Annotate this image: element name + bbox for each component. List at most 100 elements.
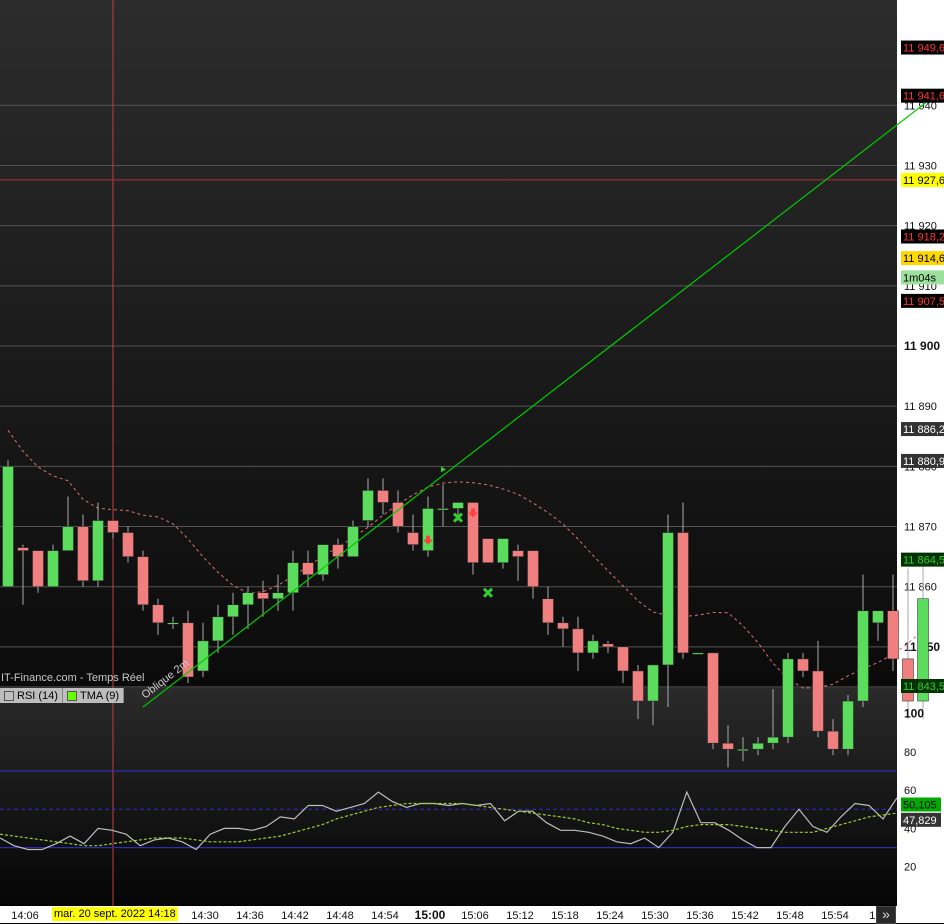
price-panel-bg xyxy=(0,0,897,686)
time-tick-label: 15:00 xyxy=(415,908,446,922)
candle-body xyxy=(812,670,824,732)
rsi-tick-label: 20 xyxy=(904,862,916,874)
candle-body xyxy=(542,598,554,624)
candle-body xyxy=(722,742,734,750)
time-tick-label: 14:54 xyxy=(371,910,399,922)
candle-body xyxy=(92,520,104,581)
rsi-value-tag: 50,105 xyxy=(903,800,937,812)
rsi-tick-label: 60 xyxy=(904,785,916,797)
price-tag: 11 927,6 xyxy=(903,175,944,187)
legend-tma-swatch xyxy=(66,690,77,701)
candle-body xyxy=(17,547,29,551)
candle-body xyxy=(152,604,164,624)
candle-body xyxy=(227,604,239,618)
time-tick-label: 14:06 xyxy=(11,910,39,922)
candle-body xyxy=(407,532,419,545)
candle-body xyxy=(452,502,464,509)
candle-body xyxy=(737,748,749,751)
time-tick-label: 15:42 xyxy=(731,910,759,922)
candle-body xyxy=(257,592,269,599)
candle-body xyxy=(77,526,89,581)
candle-body xyxy=(677,532,689,654)
chart-canvas[interactable]: 11 85011 86011 87011 88011 89011 90011 9… xyxy=(0,0,944,923)
candle-body xyxy=(662,532,674,666)
price-tag: 11 880,9 xyxy=(903,456,944,468)
candle-body xyxy=(302,562,314,575)
price-axis-bg xyxy=(897,0,944,906)
candle-body xyxy=(332,544,344,557)
price-tag: 11 914,6 xyxy=(903,253,944,265)
candle-body xyxy=(482,538,494,563)
time-tick-label: 14:30 xyxy=(191,910,219,922)
candle-body xyxy=(167,622,179,625)
candle-body xyxy=(572,628,584,654)
candle-body xyxy=(617,646,629,672)
candle-body xyxy=(887,610,899,660)
price-tag: 11 918,2 xyxy=(903,231,944,243)
time-tick-label: 15:12 xyxy=(506,910,534,922)
price-tag: 11 843,5 xyxy=(903,681,944,693)
legend-tma[interactable]: TMA (9) xyxy=(63,688,125,703)
candle-body xyxy=(242,592,254,606)
candle-body xyxy=(872,610,884,624)
candle-body xyxy=(512,550,524,557)
indicator-legend: RSI (14) TMA (9) xyxy=(0,688,125,703)
rsi-tick-label: 100 xyxy=(904,707,924,721)
candle-body xyxy=(587,640,599,654)
candle-body xyxy=(212,616,224,642)
rsi-value-tag: 47,829 xyxy=(903,815,937,827)
price-tag: 1m04s xyxy=(903,272,937,284)
candle-body xyxy=(692,652,704,655)
time-tick-label: 15:18 xyxy=(551,910,579,922)
candle-body xyxy=(527,550,539,587)
candle-body xyxy=(107,520,119,533)
legend-rsi-label: RSI (14) xyxy=(17,689,58,702)
candle-body xyxy=(377,490,389,503)
time-tick-label: 15:54 xyxy=(821,910,849,922)
candle-body xyxy=(392,502,404,527)
candle-body xyxy=(707,652,719,744)
candle-body xyxy=(557,622,569,630)
candle-body xyxy=(62,526,74,551)
candle-body xyxy=(272,592,284,599)
candle-body xyxy=(497,538,509,563)
price-tick-label: 11 900 xyxy=(904,339,940,353)
price-tick-label: 11 930 xyxy=(904,160,937,172)
rsi-panel-bg xyxy=(0,688,897,905)
candle-body xyxy=(647,664,659,702)
price-tag: 11 941,6 xyxy=(903,91,944,103)
candle-body xyxy=(827,730,839,750)
candle-body xyxy=(602,643,614,648)
candle-body xyxy=(767,736,779,744)
candle-body xyxy=(2,466,14,587)
candle-body xyxy=(632,670,644,702)
candle-body xyxy=(47,550,59,587)
legend-tma-label: TMA (9) xyxy=(79,689,120,702)
legend-rsi-swatch xyxy=(4,690,14,701)
time-tick-label: 15:48 xyxy=(776,910,804,922)
rsi-tick-label: 80 xyxy=(904,747,916,759)
legend-rsi[interactable]: RSI (14) xyxy=(0,688,63,703)
time-tick-label: 15:06 xyxy=(461,910,489,922)
candle-body xyxy=(197,640,209,672)
price-tick-label: 11 890 xyxy=(904,401,937,413)
price-tick-label: 11 860 xyxy=(904,582,937,594)
candle-body xyxy=(137,556,149,606)
price-tick-label: 11 870 xyxy=(904,522,937,534)
candle-body xyxy=(122,532,134,557)
price-tag: 11 886,2 xyxy=(903,424,944,436)
candle-body xyxy=(752,742,764,750)
candle-body xyxy=(797,658,809,672)
time-tick-label: 15:36 xyxy=(686,910,714,922)
candle-body xyxy=(842,700,854,750)
time-tick-label: 14:48 xyxy=(326,910,354,922)
time-tick-label: 14:36 xyxy=(236,910,264,922)
candle-body xyxy=(362,490,374,521)
candle-body xyxy=(437,508,449,511)
time-tick-label: 15:30 xyxy=(641,910,669,922)
time-tick-label: 14:42 xyxy=(281,910,309,922)
scroll-right-button[interactable]: » xyxy=(876,906,896,924)
candle-body xyxy=(782,658,794,738)
candle-body xyxy=(857,610,869,702)
time-tick-label: 15:24 xyxy=(596,910,624,922)
